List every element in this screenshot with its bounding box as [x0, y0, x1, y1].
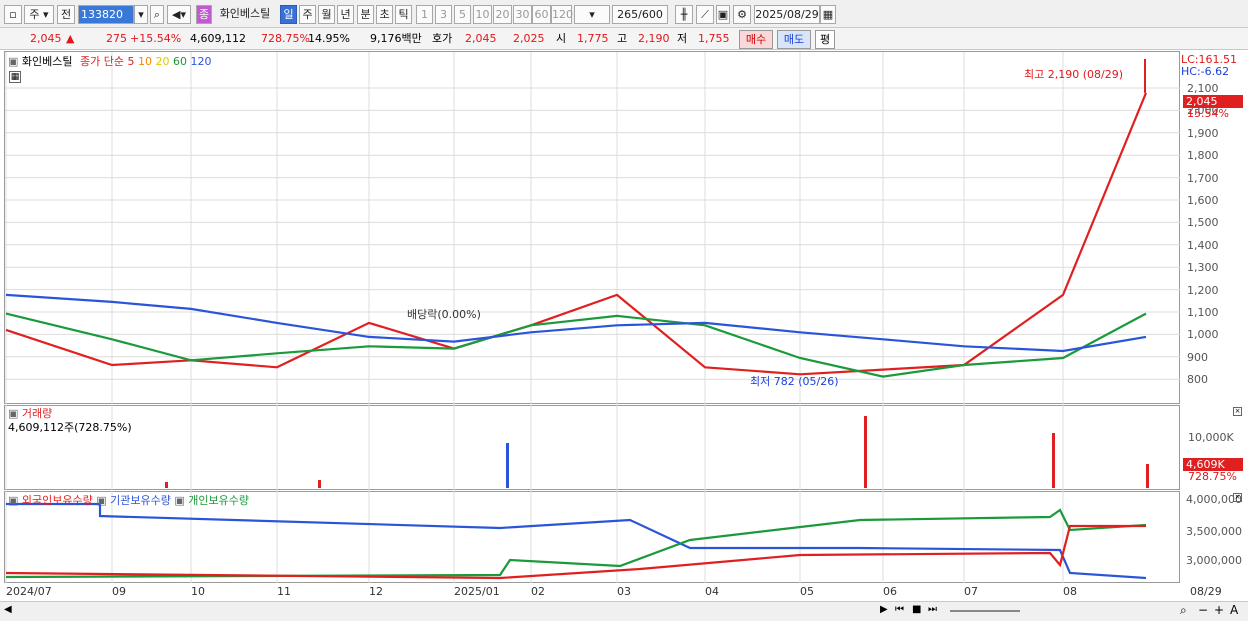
zoom-out-icon[interactable]: −	[1198, 603, 1208, 617]
volume-bar	[318, 480, 321, 488]
legend-ma5: 5	[127, 55, 135, 68]
volume-bar	[1146, 464, 1149, 488]
indiv-label: 개인보유수량	[188, 494, 250, 507]
x-axis-label: 10	[191, 585, 205, 598]
volume-bar	[864, 416, 867, 488]
ma-line-60	[5, 312, 1147, 378]
foreign-label: 외국인보유수량	[21, 494, 93, 507]
x-axis-label: 08	[1063, 585, 1077, 598]
price-ytick: 800	[1187, 373, 1208, 387]
price-ytick: 1,600	[1187, 194, 1219, 207]
first-page-icon[interactable]: ⏮	[895, 604, 904, 615]
price-legend: ▣ 화인베스틸 종가 단순 5 10 20 60 120	[8, 53, 212, 69]
holding-close-icon[interactable]: ×	[1233, 493, 1242, 502]
price-ytick: 1,200	[1187, 283, 1219, 297]
x-axis-label: 08/29	[1190, 585, 1222, 598]
price-ytick: 1,400	[1187, 238, 1219, 252]
holding-ytick-2: 3,500,000	[1186, 525, 1242, 538]
volume-ytick: 10,000K	[1188, 431, 1234, 444]
price-ytick: 1,100	[1187, 306, 1219, 319]
stop-icon[interactable]: ■	[912, 604, 921, 615]
pct-tag: 15.54%	[1187, 107, 1229, 120]
zoom-slider[interactable]	[950, 610, 1020, 612]
dividend-annotation: 배당락(0.00%)	[407, 308, 481, 321]
zoom-in-icon[interactable]: +	[1214, 603, 1224, 617]
legend-ma20: 20	[155, 55, 170, 68]
x-axis-label: 05	[800, 585, 814, 598]
price-ytick: 1,900	[1187, 126, 1219, 140]
volume-tag-pct: 728.75%	[1188, 470, 1237, 483]
x-axis-label: 03	[617, 585, 631, 598]
price-ytick: 2,100	[1187, 82, 1219, 95]
high-annotation: 최고 2,190 (08/29)	[1024, 68, 1124, 81]
scroll-right-icon[interactable]: ▶	[880, 604, 888, 615]
inst-square-icon: ▣	[96, 494, 107, 507]
volume-value: 4,609,112주(728.75%)	[8, 421, 132, 434]
legend-ma60: 60	[173, 55, 187, 68]
volume-close-icon[interactable]: ×	[1233, 407, 1242, 416]
holding-legend: ▣ 외국인보유수량 ▣ 기관보유수량 ▣ 개인보유수량	[8, 492, 249, 508]
legend-ma-label: 종가 단순	[80, 55, 124, 68]
x-axis-label: 04	[705, 585, 719, 598]
legend-ma120: 120	[190, 55, 212, 68]
ma-line-120	[5, 293, 1147, 353]
x-axis-label: 07	[964, 585, 978, 598]
x-axis-label: 11	[277, 585, 291, 598]
volume-bar	[1052, 433, 1055, 488]
x-axis-label: 09	[112, 585, 126, 598]
holding-ytick-3: 3,000,000	[1186, 554, 1242, 567]
price-ytick: 900	[1187, 350, 1208, 364]
holding-square-icon: ▣	[8, 494, 19, 507]
x-axis-label: 2025/01	[454, 585, 500, 598]
x-axis-label: 02	[531, 585, 545, 598]
low-annotation: 최저 782 (05/26)	[750, 375, 839, 388]
ma-line-5	[5, 92, 1148, 376]
inst-holding-line	[6, 502, 1147, 580]
last-page-icon[interactable]: ⏭	[928, 604, 937, 615]
bottom-scrollbar[interactable]: ◀ ▶ ⏮ ■ ⏭ ⌕ − + A	[0, 601, 1248, 621]
price-ytick: 1,800	[1187, 149, 1219, 163]
font-size-icon[interactable]: A	[1230, 603, 1238, 617]
price-ytick: 1,500	[1187, 216, 1219, 230]
volume-bar	[506, 443, 509, 488]
inst-label: 기관보유수량	[110, 494, 171, 507]
indiv-holding-line	[5, 508, 1147, 579]
legend-stock-name: 화인베스틸	[21, 55, 73, 68]
x-axis-label: 06	[883, 585, 897, 598]
volume-bar	[165, 482, 168, 488]
x-axis-label: 12	[369, 585, 383, 598]
price-ytick: 1,700	[1187, 171, 1219, 185]
foreign-holding-line	[5, 524, 1146, 580]
x-axis-label: 2024/07	[6, 585, 52, 598]
price-ytick: 1,000	[1187, 328, 1219, 342]
legend-square-icon: ▣	[8, 55, 19, 68]
indiv-square-icon: ▣	[174, 494, 185, 507]
scroll-left-icon[interactable]: ◀	[4, 604, 12, 615]
chart-canvas	[5, 52, 1180, 583]
price-ytick: 1,300	[1187, 261, 1219, 275]
zoom-icon[interactable]: ⌕	[1180, 603, 1187, 618]
hc-label: HC:-6.62	[1181, 65, 1230, 78]
grid-table-icon[interactable]: ▦	[9, 71, 21, 83]
legend-ma10: 10	[138, 55, 152, 68]
